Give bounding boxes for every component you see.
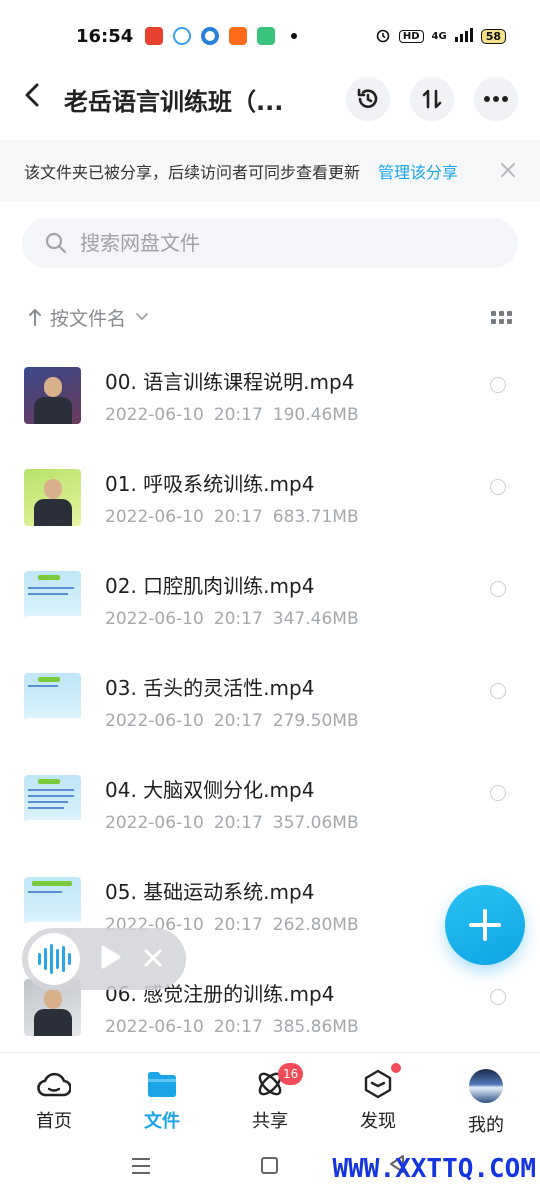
file-name: 04. 大脑双侧分化.mp4 <box>105 777 315 802</box>
close-icon[interactable] <box>500 159 516 184</box>
home-icon[interactable] <box>261 1157 278 1174</box>
chevron-left-icon <box>25 83 39 107</box>
hd-badge: HD <box>398 29 424 43</box>
sort-button[interactable] <box>410 77 454 121</box>
cube-discover-icon <box>364 1069 392 1099</box>
history-button[interactable] <box>346 77 390 121</box>
file-name: 03. 舌头的灵活性.mp4 <box>105 675 315 700</box>
file-meta: 2022-06-10 20:17 357.06MB <box>105 812 359 833</box>
video-thumbnail <box>24 672 81 730</box>
search-input[interactable] <box>80 231 480 255</box>
file-meta: 2022-06-10 20:17 385.86MB <box>105 1016 359 1037</box>
sort-arrows-icon <box>422 89 442 109</box>
file-name: 05. 基础运动系统.mp4 <box>105 879 315 904</box>
file-meta: 2022-06-10 20:17 279.50MB <box>105 710 359 731</box>
menu-icon[interactable] <box>132 1158 150 1179</box>
cloud-home-icon <box>37 1072 71 1097</box>
header: 老岳语言训练班（... <box>0 72 540 126</box>
share-banner: 该文件夹已被分享，后续访问者可同步查看更新 管理该分享 <box>0 140 540 202</box>
share-badge: 16 <box>278 1063 304 1085</box>
add-button[interactable] <box>445 885 525 965</box>
nav-discover[interactable]: 发现 <box>324 1053 432 1140</box>
select-radio[interactable] <box>490 785 506 801</box>
nav-home[interactable]: 首页 <box>0 1053 108 1140</box>
nav-share[interactable]: 16 共享 <box>216 1053 324 1140</box>
nav-profile[interactable]: 我的 <box>432 1053 540 1140</box>
page-title: 老岳语言训练班（... <box>64 87 284 116</box>
nav-label: 首页 <box>36 1111 72 1132</box>
sort-row: 按文件名 <box>0 298 540 336</box>
video-thumbnail <box>24 570 81 628</box>
file-row[interactable]: 02. 口腔肌肉训练.mp4 2022-06-10 20:17 347.46MB <box>0 548 540 650</box>
file-name: 00. 语言训练课程说明.mp4 <box>105 369 355 394</box>
select-radio[interactable] <box>490 377 506 393</box>
discover-dot <box>391 1063 401 1073</box>
plus-icon <box>469 909 501 941</box>
chevron-down-icon[interactable] <box>136 313 148 321</box>
file-meta: 2022-06-10 20:17 347.46MB <box>105 608 359 629</box>
battery-indicator: 58 <box>480 28 506 44</box>
play-icon[interactable] <box>100 944 122 974</box>
circle-app-icon <box>201 27 220 45</box>
share-banner-text: 该文件夹已被分享，后续访问者可同步查看更新 <box>24 163 361 182</box>
file-meta: 2022-06-10 20:17 190.46MB <box>105 404 359 425</box>
status-bar: 16:54 HD 4G 58 <box>0 0 540 72</box>
search-icon <box>45 232 67 254</box>
more-dots-icon <box>484 96 508 102</box>
grid-view-icon[interactable] <box>491 310 512 324</box>
video-thumbnail <box>24 366 81 424</box>
select-radio[interactable] <box>490 479 506 495</box>
file-name: 02. 口腔肌肉训练.mp4 <box>105 573 315 598</box>
audio-wave-icon[interactable] <box>28 933 80 985</box>
toutiao-app-icon <box>145 27 164 45</box>
taobao-app-icon <box>229 27 248 45</box>
video-thumbnail <box>24 876 81 934</box>
folder-icon <box>148 1072 176 1097</box>
avatar <box>469 1069 503 1103</box>
cloud-app-icon <box>173 27 192 45</box>
select-radio[interactable] <box>490 581 506 597</box>
video-thumbnail <box>24 774 81 832</box>
close-icon[interactable] <box>144 945 162 973</box>
nav-label: 我的 <box>468 1115 504 1136</box>
notification-dot-icon <box>291 33 298 39</box>
network-label: 4G <box>431 30 447 42</box>
nav-files[interactable]: 文件 <box>108 1053 216 1140</box>
status-indicators: HD 4G 58 <box>375 27 506 46</box>
manage-share-link[interactable]: 管理该分享 <box>378 159 458 183</box>
nav-label: 共享 <box>252 1111 288 1132</box>
file-row[interactable]: 04. 大脑双侧分化.mp4 2022-06-10 20:17 357.06MB <box>0 752 540 854</box>
file-row[interactable]: 00. 语言训练课程说明.mp4 2022-06-10 20:17 190.46MB <box>0 344 540 446</box>
file-row[interactable]: 01. 呼吸系统训练.mp4 2022-06-10 20:17 683.71MB <box>0 446 540 548</box>
nav-label: 发现 <box>360 1111 396 1132</box>
wechat-app-icon <box>257 27 276 45</box>
floating-player <box>22 928 186 990</box>
video-thumbnail <box>24 468 81 526</box>
file-meta: 2022-06-10 20:17 683.71MB <box>105 506 359 527</box>
more-button[interactable] <box>474 77 518 121</box>
arrow-up-icon[interactable] <box>28 308 42 326</box>
back-button[interactable] <box>22 81 52 117</box>
select-radio[interactable] <box>490 989 506 1005</box>
select-radio[interactable] <box>490 683 506 699</box>
signal-icon <box>454 27 473 45</box>
bottom-nav: 首页 文件 16 共享 发现 我的 <box>0 1052 540 1140</box>
sort-label[interactable]: 按文件名 <box>50 304 126 331</box>
file-row[interactable]: 03. 舌头的灵活性.mp4 2022-06-10 20:17 279.50MB <box>0 650 540 752</box>
status-time: 16:54 <box>76 25 134 47</box>
alarm-icon <box>375 27 391 46</box>
watermark: WWW.XXTTQ.COM <box>332 1154 537 1184</box>
system-nav: WWW.XXTTQ.COM <box>0 1140 540 1200</box>
file-name: 01. 呼吸系统训练.mp4 <box>105 471 315 496</box>
nav-label: 文件 <box>144 1111 180 1132</box>
search-bar[interactable] <box>22 218 518 268</box>
history-icon <box>357 88 378 108</box>
